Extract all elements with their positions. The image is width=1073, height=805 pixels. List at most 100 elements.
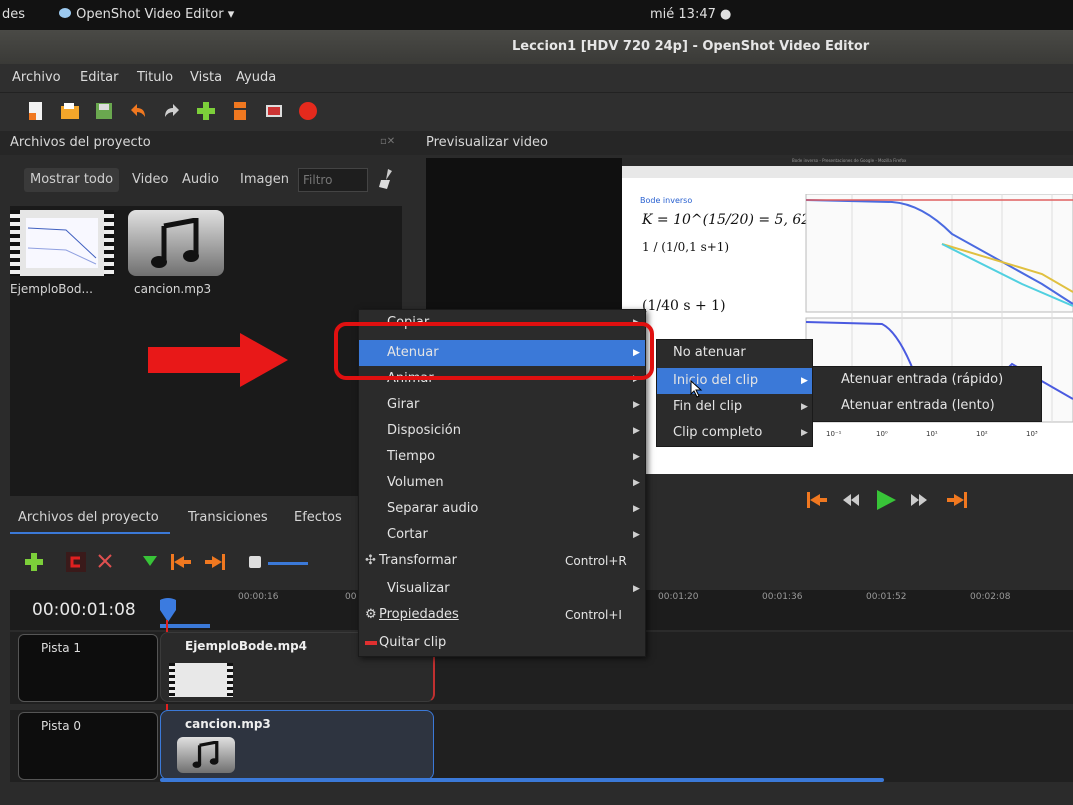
open-project-icon[interactable]: [60, 101, 80, 121]
tab-effects[interactable]: Efectos: [294, 510, 342, 525]
filter-image-button[interactable]: Imagen: [234, 168, 295, 192]
app-menu[interactable]: OpenShot Video Editor ▾: [58, 7, 234, 22]
slide-window-title: Bode inverso - Presentaciones de Google …: [792, 158, 907, 163]
menu-ayuda[interactable]: Ayuda: [236, 70, 276, 85]
track-name: Pista 1: [41, 641, 82, 655]
save-project-icon[interactable]: [94, 101, 114, 121]
remove-icon: [365, 641, 377, 645]
file-name-video[interactable]: EjemploBod...: [10, 282, 93, 296]
window-title: Leccion1 [HDV 720 24p] - OpenShot Video …: [512, 39, 870, 54]
submenu-item-no-atenuar[interactable]: No atenuar: [657, 340, 812, 366]
menu-item-tiempo[interactable]: Tiempo ▶: [359, 444, 645, 470]
menu-titulo[interactable]: Titulo: [137, 70, 173, 85]
menu-item-visualizar[interactable]: Visualizar ▶: [359, 576, 645, 602]
clock[interactable]: mié 13:47 ●: [650, 7, 731, 22]
menu-editar[interactable]: Editar: [80, 70, 119, 85]
menu-item-quitar-clip[interactable]: Quitar clip: [359, 630, 645, 656]
menu-item-girar[interactable]: Girar ▶: [359, 392, 645, 418]
menu-item-cortar[interactable]: Cortar ▶: [359, 522, 645, 548]
preview-title: Previsualizar video: [426, 135, 548, 150]
music-note-icon: [151, 218, 199, 268]
ruler-tick: 00:01:20: [658, 592, 699, 602]
clip-name: EjemploBode.mp4: [185, 639, 308, 653]
jump-start-icon[interactable]: [806, 490, 828, 510]
window-titlebar: Leccion1 [HDV 720 24p] - OpenShot Video …: [0, 30, 1073, 64]
redo-icon[interactable]: [162, 101, 182, 121]
video-thumb-graph-icon: [26, 218, 98, 268]
submenu-item-inicio-del-clip[interactable]: Inicio del clip ▶: [657, 368, 812, 394]
undo-icon[interactable]: [128, 101, 148, 121]
slide-eq2: (1/40 s + 1): [642, 298, 726, 314]
clip-audio[interactable]: cancion.mp3: [160, 710, 434, 780]
add-track-icon[interactable]: [24, 552, 44, 572]
playhead-marker-icon[interactable]: [158, 598, 178, 624]
fast-forward-icon[interactable]: [910, 492, 928, 508]
rewind-icon[interactable]: [842, 492, 860, 508]
timeline-scrollbar[interactable]: [160, 778, 884, 782]
playback-controls: [800, 486, 980, 516]
file-thumb-audio[interactable]: [128, 210, 224, 276]
timeline-toolbar: [10, 548, 370, 578]
previous-marker-icon[interactable]: [170, 552, 192, 572]
filter-search-input[interactable]: [298, 168, 368, 192]
tab-transitions[interactable]: Transiciones: [188, 510, 268, 525]
ruler-tick: 00:01:52: [866, 592, 907, 602]
razor-tool-icon[interactable]: [98, 554, 112, 568]
transform-icon: ✣: [365, 553, 376, 568]
filter-audio-button[interactable]: Audio: [176, 168, 225, 192]
menu-vista[interactable]: Vista: [190, 70, 222, 85]
ruler-tick: 00:01:36: [762, 592, 803, 602]
submenu-item-fin-del-clip[interactable]: Fin del clip ▶: [657, 394, 812, 420]
zoom-slider[interactable]: [268, 562, 308, 565]
menu-item-disposicion[interactable]: Disposición ▶: [359, 418, 645, 444]
filter-show-all-button[interactable]: Mostrar todo: [24, 168, 120, 192]
app-menu-label: OpenShot Video Editor ▾: [76, 7, 235, 22]
file-thumb-video[interactable]: [10, 210, 114, 276]
ruler-tick: 00: [345, 592, 357, 602]
submenu-item-clip-completo[interactable]: Clip completo ▶: [657, 420, 812, 446]
filter-video-button[interactable]: Video: [126, 168, 174, 192]
main-toolbar: [0, 93, 1073, 131]
fullscreen-icon[interactable]: [264, 101, 284, 121]
next-marker-icon[interactable]: [204, 552, 226, 572]
zoom-out-icon[interactable]: [248, 555, 262, 569]
menu-item-separar-audio[interactable]: Separar audio ▶: [359, 496, 645, 522]
openshot-logo-icon: [59, 8, 71, 18]
status-strip: [0, 785, 1073, 805]
clear-filter-broom-icon[interactable]: [378, 168, 394, 190]
track-label[interactable]: Pista 0: [18, 712, 158, 780]
track-label[interactable]: Pista 1: [18, 634, 158, 702]
add-marker-icon[interactable]: [142, 554, 158, 568]
export-video-icon[interactable]: [298, 101, 318, 121]
active-tab-indicator: [10, 532, 170, 534]
choose-profile-icon[interactable]: [230, 101, 250, 121]
clip-thumbnail: [169, 663, 233, 697]
activities-label[interactable]: des: [2, 7, 25, 22]
menu-item-transformar[interactable]: ✣ Transformar Control+R: [359, 548, 645, 574]
annotation-arrow: [148, 333, 288, 387]
track-name: Pista 0: [41, 719, 82, 733]
menu-item-volumen[interactable]: Volumen ▶: [359, 470, 645, 496]
mouse-cursor-icon: [690, 380, 703, 398]
file-name-audio[interactable]: cancion.mp3: [134, 282, 211, 296]
play-icon[interactable]: [874, 488, 898, 512]
jump-end-icon[interactable]: [946, 490, 968, 510]
menu-item-propiedades[interactable]: ⚙ Propiedades Control+I: [359, 602, 645, 628]
track-pista-0: Pista 0 cancion.mp3: [10, 710, 1073, 782]
submenu-item-atenuar-entrada-rapido[interactable]: Atenuar entrada (rápido): [813, 367, 1041, 393]
slide-eq-frac: 1 / (1/0,1 s+1): [642, 240, 730, 254]
project-files-title: Archivos del proyecto: [10, 135, 151, 150]
dock-buttons-icon[interactable]: ▫✕: [380, 136, 395, 147]
snap-magnet-icon[interactable]: [66, 552, 86, 572]
annotation-highlight-box: [334, 322, 654, 380]
ruler-tick: 00:02:08: [970, 592, 1011, 602]
gear-icon: ⚙: [365, 607, 377, 622]
menu-archivo[interactable]: Archivo: [12, 70, 61, 85]
preview-header: Previsualizar video: [420, 131, 1073, 155]
new-project-icon[interactable]: [26, 101, 46, 121]
submenu-item-atenuar-entrada-lento[interactable]: Atenuar entrada (lento): [813, 393, 1041, 419]
slide-heading: Bode inverso: [640, 196, 693, 205]
file-filters: Mostrar todo Video Audio Imagen: [10, 162, 412, 198]
import-files-icon[interactable]: [196, 101, 216, 121]
tab-project-files[interactable]: Archivos del proyecto: [18, 510, 159, 525]
